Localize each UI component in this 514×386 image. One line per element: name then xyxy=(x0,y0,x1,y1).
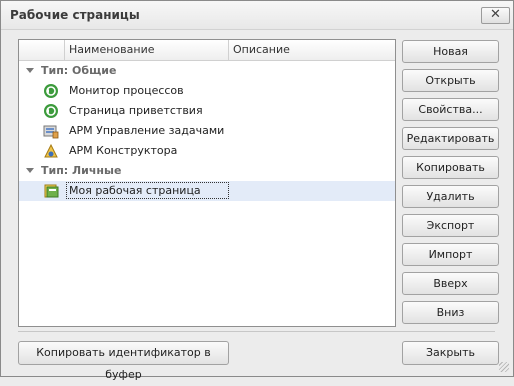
close-button[interactable]: Закрыть xyxy=(402,341,499,365)
import-button[interactable]: Импорт xyxy=(402,243,499,266)
edit-button[interactable]: Редактировать xyxy=(402,127,499,150)
table-row[interactable]: АРМ Конструктора xyxy=(19,141,395,161)
row-label: АРМ Конструктора xyxy=(69,144,178,157)
row-label: Страница приветствия xyxy=(69,104,203,117)
group-label: Тип: Общие xyxy=(41,64,117,77)
table-row-selected[interactable]: Моя рабочая страница xyxy=(19,181,395,201)
collapse-arrow-icon[interactable] xyxy=(26,68,34,73)
new-button[interactable]: Новая xyxy=(402,40,499,63)
delete-button[interactable]: Удалить xyxy=(402,185,499,208)
my-workpage-icon xyxy=(44,184,59,198)
close-icon[interactable]: ✕ xyxy=(490,7,501,22)
move-down-button[interactable]: Вниз xyxy=(402,301,499,324)
grid-header: Наименование Описание xyxy=(19,40,395,61)
group-row-personal[interactable]: Тип: Личные xyxy=(19,161,395,181)
window-title: Рабочие страницы xyxy=(10,8,140,22)
divider xyxy=(18,331,495,332)
process-monitor-icon xyxy=(44,84,58,98)
task-management-icon xyxy=(43,125,59,139)
designer-icon xyxy=(44,143,58,158)
close-window-button[interactable]: ✕ xyxy=(481,7,510,24)
row-label: Монитор процессов xyxy=(69,84,184,97)
open-button[interactable]: Открыть xyxy=(402,69,499,92)
copy-button[interactable]: Копировать xyxy=(402,156,499,179)
welcome-page-icon xyxy=(44,104,58,118)
resize-grip-icon[interactable] xyxy=(499,362,509,372)
title-bar: Рабочие страницы ✕ xyxy=(1,1,513,30)
workpages-grid[interactable]: Наименование Описание Тип: Общие Монитор… xyxy=(18,39,396,327)
copy-id-button[interactable]: Копировать идентификатор в буфер xyxy=(18,341,229,381)
dialog-window: Рабочие страницы ✕ Наименование Описание… xyxy=(0,0,514,381)
group-label: Тип: Личные xyxy=(41,164,122,177)
column-header-name[interactable]: Наименование xyxy=(64,40,229,60)
collapse-arrow-icon[interactable] xyxy=(26,168,34,173)
move-up-button[interactable]: Вверх xyxy=(402,272,499,295)
row-label: Моя рабочая страница xyxy=(66,182,229,199)
table-row[interactable]: АРМ Управление задачами xyxy=(19,121,395,141)
column-header-description[interactable]: Описание xyxy=(228,40,383,60)
row-label: АРМ Управление задачами xyxy=(69,124,225,137)
table-row[interactable]: Страница приветствия xyxy=(19,101,395,121)
export-button[interactable]: Экспорт xyxy=(402,214,499,237)
table-row[interactable]: Монитор процессов xyxy=(19,81,395,101)
group-row-common[interactable]: Тип: Общие xyxy=(19,61,395,81)
properties-button[interactable]: Свойства... xyxy=(402,98,499,121)
